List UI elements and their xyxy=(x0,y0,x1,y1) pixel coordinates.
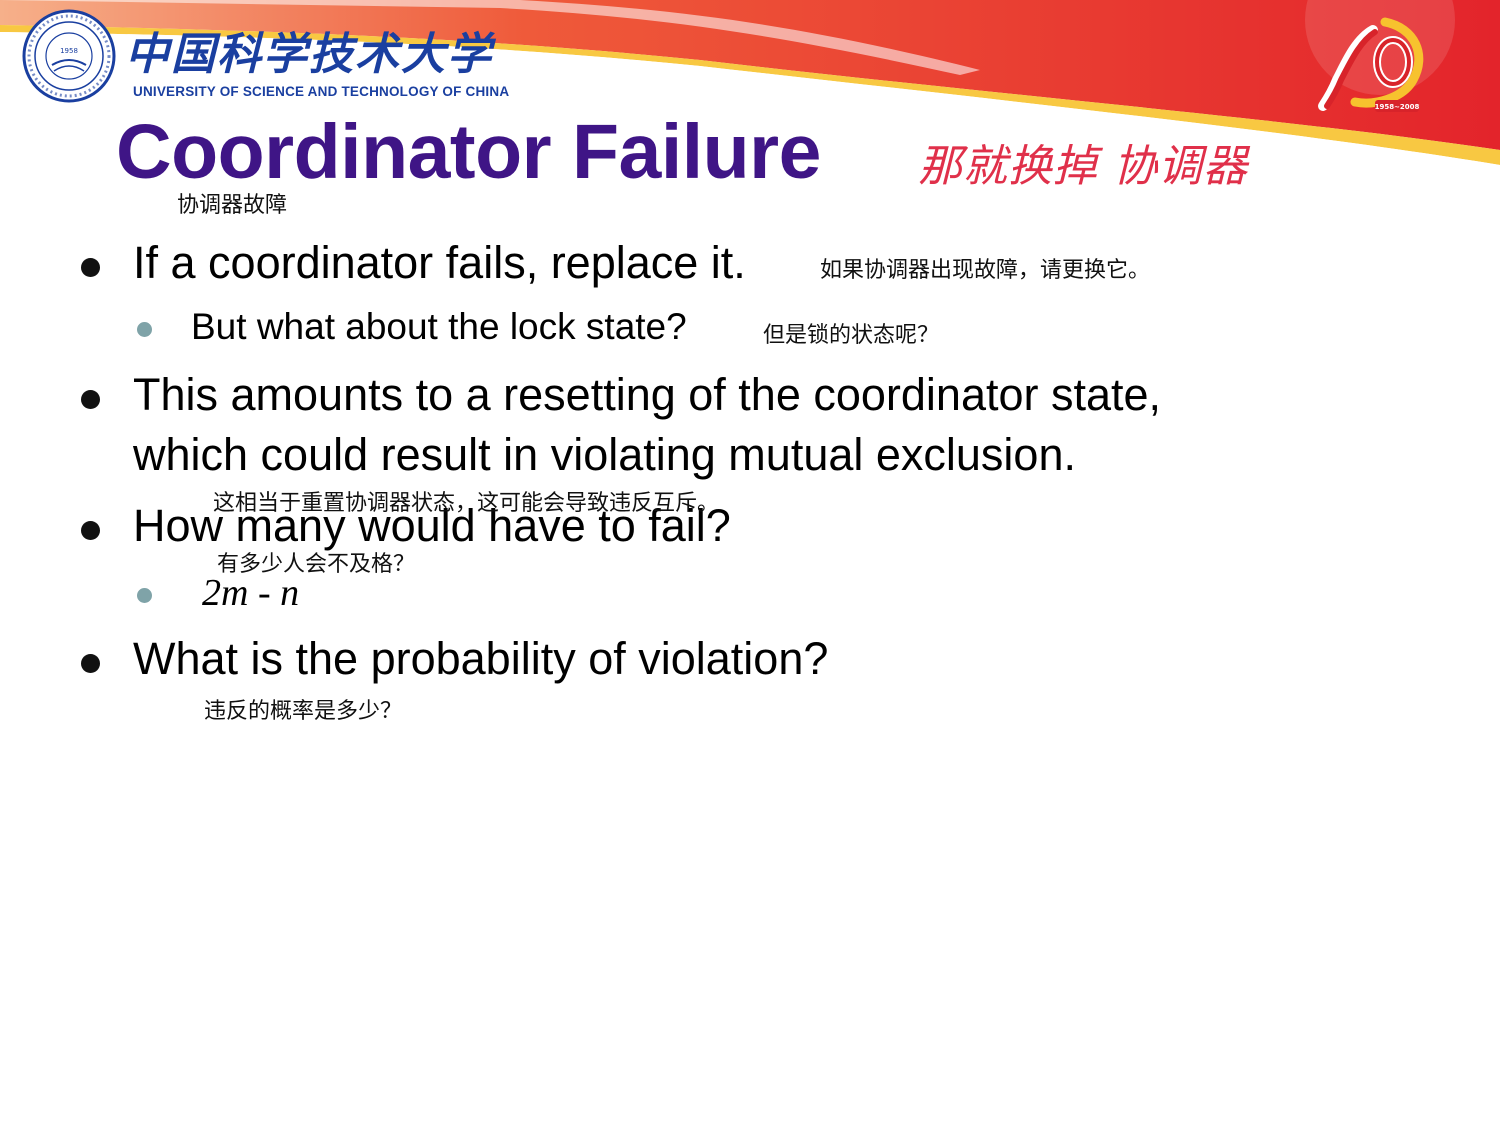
university-name-cn: 中国科学技术大学 xyxy=(125,29,493,80)
sub-bullet-dot xyxy=(137,322,152,337)
bullet-dot xyxy=(81,521,100,540)
bullet-text-line1: This amounts to a resetting of the coord… xyxy=(133,369,1162,420)
bullet-dot xyxy=(81,654,100,673)
svg-text:1958~2008: 1958~2008 xyxy=(1375,103,1420,111)
svg-text:1958: 1958 xyxy=(60,47,78,55)
bullet-dot xyxy=(81,258,100,277)
bullet-dot xyxy=(81,390,100,409)
bullet-translation: 违反的概率是多少？ xyxy=(204,698,403,723)
sub-bullet-text: But what about the lock state? xyxy=(191,306,687,347)
bullet-text-line2: which could result in violating mutual e… xyxy=(133,429,1076,480)
university-seal-logo: 1958 xyxy=(22,9,116,103)
slide-title-translation: 协调器故障 xyxy=(177,192,288,217)
bullet-text: What is the probability of violation? xyxy=(133,633,829,684)
bullet-text: If a coordinator fails, replace it. xyxy=(133,237,746,288)
handwritten-annotation: 那就换掉 协调器 xyxy=(918,141,1248,192)
bullet-translation: 这相当于重置协调器状态，这可能会导致违反互斥。 xyxy=(213,490,720,515)
university-name-en: UNIVERSITY OF SCIENCE AND TECHNOLOGY OF … xyxy=(133,84,510,99)
formula-text: 2m - n xyxy=(202,572,300,614)
sub-bullet-dot xyxy=(137,588,152,603)
bullet-translation: 如果协调器出现故障，请更换它。 xyxy=(820,257,1151,282)
sub-bullet-translation: 但是锁的状态呢？ xyxy=(763,322,940,347)
anniversary-emblem-logo: 1958~2008 xyxy=(1318,17,1424,112)
slide-title: Coordinator Failure xyxy=(116,109,821,195)
